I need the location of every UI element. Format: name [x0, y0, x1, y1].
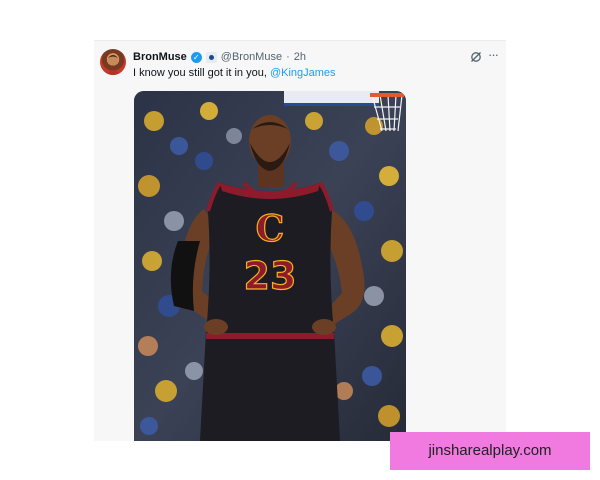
- affiliate-badge-icon[interactable]: [205, 51, 217, 63]
- player-photo: C 23: [134, 91, 406, 441]
- tweet-card[interactable]: BronMuse ✓ @BronMuse · 2h I know you sti…: [94, 40, 506, 441]
- timestamp[interactable]: 2h: [294, 51, 306, 63]
- mention-link[interactable]: @KingJames: [270, 67, 336, 79]
- watermark-banner: jinsharealplay.com: [390, 432, 590, 470]
- tweet-text: I know you still got it in you, @KingJam…: [133, 67, 336, 79]
- jersey-number: 23: [244, 254, 297, 298]
- tweet-author-row: BronMuse ✓ @BronMuse · 2h: [133, 49, 306, 65]
- grok-icon[interactable]: [470, 50, 482, 62]
- tweet-text-body: I know you still got it in you,: [133, 67, 270, 79]
- tweet-media[interactable]: C 23: [134, 91, 406, 441]
- more-options-icon[interactable]: ···: [486, 48, 500, 62]
- jersey-logo: C: [256, 208, 285, 250]
- display-name[interactable]: BronMuse: [133, 51, 187, 63]
- separator: ·: [286, 51, 290, 63]
- avatar[interactable]: [100, 49, 126, 75]
- verified-badge-icon: ✓: [190, 51, 202, 63]
- handle[interactable]: @BronMuse: [221, 51, 282, 63]
